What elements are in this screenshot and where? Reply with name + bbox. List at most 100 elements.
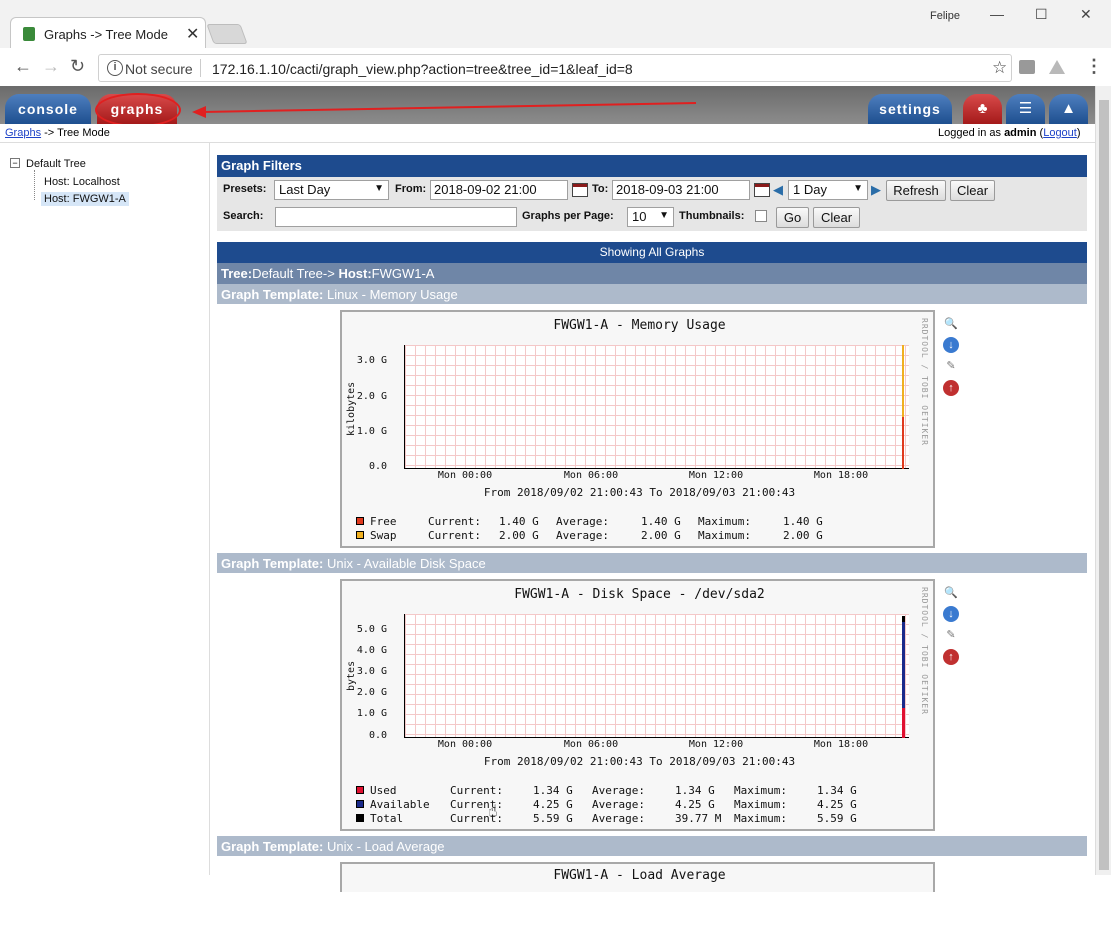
graph-plot-area	[404, 614, 909, 738]
legend-swatch	[356, 786, 364, 794]
y-tick: 3.0 G	[356, 666, 387, 677]
graph-time-range: From 2018/09/02 21:00:43 To 2018/09/03 2…	[483, 486, 796, 499]
back-icon[interactable]: ←	[14, 56, 32, 77]
breadcrumb-graphs-link[interactable]: Graphs	[5, 127, 41, 139]
properties-wrench-icon[interactable]: ✎	[943, 358, 959, 374]
rrdtool-credit: RRDTOOL / TOBI OETIKER	[920, 587, 929, 715]
graph-load-average[interactable]: FWGW1-A - Load Average	[340, 862, 935, 892]
thumbnails-label: Thumbnails:	[679, 210, 745, 222]
to-label: To:	[592, 183, 609, 195]
url-bar[interactable]: i Not secure 172.16.1.10/cacti/graph_vie…	[98, 54, 1012, 82]
timespan-select[interactable]: 1 Day ▼	[788, 180, 868, 200]
logout-link[interactable]: Logout	[1043, 127, 1077, 139]
zoom-icon[interactable]: 🔍	[943, 316, 959, 332]
window-close-icon[interactable]: ✕	[1080, 6, 1092, 23]
tree-item-localhost[interactable]: Host: Localhost	[44, 176, 120, 188]
legend-current-label: Current:	[450, 784, 503, 797]
drive-extension-icon[interactable]	[1049, 60, 1065, 74]
list-view-icon[interactable]: ☰	[1006, 94, 1045, 124]
tree-root-default[interactable]: Default Tree	[26, 158, 86, 170]
chevron-down-icon: ▼	[659, 210, 669, 221]
refresh-button[interactable]: Refresh	[886, 180, 946, 201]
series-free-spike	[902, 417, 904, 469]
host-value: FWGW1-A	[371, 266, 435, 281]
reload-icon[interactable]: ↻	[70, 56, 85, 77]
collapse-toggle-icon[interactable]: −	[10, 158, 20, 168]
x-tick: Mon 06:00	[563, 470, 619, 481]
tab-console[interactable]: console	[5, 94, 91, 124]
minimize-icon[interactable]: —	[990, 6, 1004, 22]
browser-menu-icon[interactable]: ⋮	[1085, 56, 1103, 77]
info-icon[interactable]: i	[107, 60, 123, 76]
shift-left-icon[interactable]: ◀	[773, 182, 783, 198]
annotation-ellipse	[95, 93, 181, 127]
search-input[interactable]	[275, 207, 517, 227]
annotation-arrow	[192, 102, 697, 118]
close-tab-icon[interactable]: ✕	[186, 24, 199, 44]
login-status: Logged in as admin (Logout)	[938, 127, 1081, 139]
tree-host-header: Tree:Default Tree-> Host:FWGW1-A	[217, 263, 1087, 284]
breadcrumb-bar: Graphs -> Tree Mode Logged in as admin (…	[0, 124, 1095, 143]
timespan-up-icon[interactable]: ↑	[943, 380, 959, 396]
legend-current: 5.59 G	[533, 812, 573, 825]
legend-name: Used	[370, 784, 397, 797]
per-page-select[interactable]: 10 ▼	[627, 207, 674, 227]
from-input[interactable]: 2018-09-02 21:00	[430, 180, 568, 200]
login-user: admin	[1004, 127, 1037, 139]
legend-current: 2.00 G	[499, 529, 539, 542]
template-header-load: Graph Template: Unix - Load Average	[217, 836, 1087, 856]
zoom-icon[interactable]: 🔍	[943, 585, 959, 601]
search-label: Search:	[223, 210, 264, 222]
legend-average-label: Average:	[592, 812, 645, 825]
legend-maximum-label: Maximum:	[698, 529, 751, 542]
tree-view-icon[interactable]: ♣	[963, 94, 1002, 124]
y-tick: 5.0 G	[356, 624, 387, 635]
export-csv-icon[interactable]: ↓	[943, 606, 959, 622]
graph-plot-area	[404, 345, 909, 469]
from-calendar-icon[interactable]	[572, 183, 588, 197]
legend-swatch	[356, 531, 364, 539]
new-tab-button[interactable]	[206, 24, 248, 44]
page-scrollbar[interactable]	[1095, 86, 1111, 875]
maximize-icon[interactable]: ☐	[1035, 6, 1048, 23]
template-name: Unix - Available Disk Space	[326, 556, 486, 571]
forward-icon[interactable]: →	[42, 56, 60, 77]
properties-wrench-icon[interactable]: ✎	[943, 627, 959, 643]
legend-average-label: Average:	[592, 784, 645, 797]
to-calendar-icon[interactable]	[754, 183, 770, 197]
clear-filter-button[interactable]: Clear	[813, 207, 860, 228]
y-tick: 0.0	[368, 461, 387, 472]
bookmark-star-icon[interactable]: ☆	[992, 58, 1007, 78]
template-name: Unix - Load Average	[326, 839, 445, 854]
legend-average: 1.34 G	[675, 784, 715, 797]
clear-dates-button[interactable]: Clear	[950, 180, 995, 201]
tab-settings[interactable]: settings	[868, 94, 952, 124]
presets-select[interactable]: Last Day ▼	[274, 180, 389, 200]
preview-view-icon[interactable]: ▲	[1049, 94, 1088, 124]
export-csv-icon[interactable]: ↓	[943, 337, 959, 353]
browser-tab[interactable]: Graphs -> Tree Mode ✕	[10, 17, 206, 49]
tree-item-fwgw1a[interactable]: Host: FWGW1-A	[41, 192, 129, 206]
legend-current-label: Current:	[428, 529, 481, 542]
to-input[interactable]: 2018-09-03 21:00	[612, 180, 750, 200]
shift-right-icon[interactable]: ▶	[871, 182, 881, 198]
rrdtool-credit: RRDTOOL / TOBI OETIKER	[920, 318, 929, 446]
host-label: Host:	[338, 266, 372, 281]
series-used-spike	[902, 708, 905, 738]
legend-maximum: 4.25 G	[817, 798, 857, 811]
profile-name[interactable]: Felipe	[930, 10, 960, 22]
scrollbar-thumb[interactable]	[1099, 100, 1109, 870]
y-tick: 4.0 G	[356, 645, 387, 656]
presets-value: Last Day	[279, 182, 331, 197]
extension-icon[interactable]	[1019, 60, 1035, 74]
legend-average: 1.40 G	[641, 515, 681, 528]
legend-average-label: Average:	[592, 798, 645, 811]
y-tick: 1.0 G	[356, 426, 387, 437]
timespan-up-icon[interactable]: ↑	[943, 649, 959, 665]
graph-disk-space[interactable]: FWGW1-A - Disk Space - /dev/sda2 bytes 5…	[340, 579, 935, 831]
legend-name: Free	[370, 515, 397, 528]
thumbnails-checkbox[interactable]	[755, 210, 767, 222]
url-text[interactable]: 172.16.1.10/cacti/graph_view.php?action=…	[212, 61, 633, 77]
graph-memory-usage[interactable]: FWGW1-A - Memory Usage kilobytes 3.0 G 2…	[340, 310, 935, 548]
go-button[interactable]: Go	[776, 207, 809, 228]
